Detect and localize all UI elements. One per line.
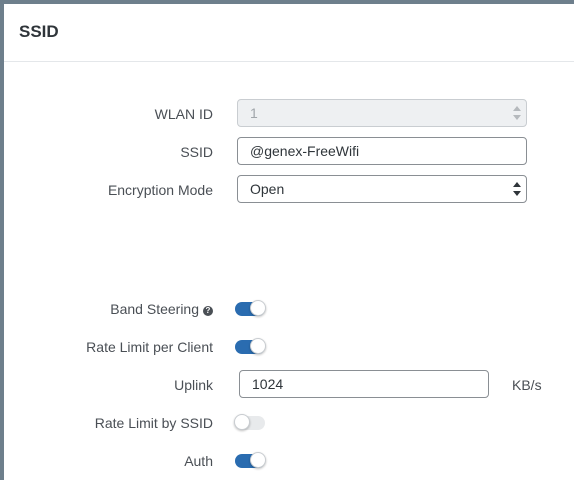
uplink-input[interactable]: 1024 — [239, 370, 489, 398]
panel-title: SSID — [19, 22, 59, 41]
rate-limit-by-ssid-toggle[interactable] — [234, 414, 265, 430]
wlan-id-input[interactable]: 1 — [237, 99, 527, 127]
toggle-knob — [250, 452, 266, 468]
encryption-mode-value: Open — [250, 181, 285, 197]
rate-limit-per-client-toggle[interactable] — [235, 338, 266, 354]
panel-header: SSID — [4, 4, 574, 62]
ssid-value: @genex-FreeWifi — [250, 143, 360, 159]
ssid-label: SSID — [180, 144, 213, 160]
encryption-mode-select[interactable]: Open — [237, 175, 527, 203]
ssid-input[interactable]: @genex-FreeWifi — [237, 137, 527, 165]
auth-toggle[interactable] — [235, 452, 266, 468]
question-circle-icon[interactable]: ? — [203, 306, 213, 316]
auth-label: Auth — [184, 453, 213, 469]
uplink-value: 1024 — [252, 376, 284, 392]
select-arrows-icon — [513, 182, 521, 196]
toggle-knob — [250, 338, 266, 354]
uplink-unit: KB/s — [512, 377, 542, 393]
encryption-mode-label: Encryption Mode — [107, 182, 213, 198]
wlan-id-label: WLAN ID — [154, 106, 213, 122]
wlan-id-value: 1 — [250, 105, 258, 121]
spinner-arrows-icon[interactable] — [513, 106, 521, 120]
band-steering-toggle[interactable] — [235, 300, 266, 316]
ssid-panel: SSID WLAN ID 1 SSID @genex-FreeWifi Encr… — [4, 4, 574, 480]
toggle-knob — [250, 300, 266, 316]
toggle-knob — [234, 414, 250, 430]
rate-limit-per-client-label: Rate Limit per Client — [86, 339, 213, 355]
band-steering-label-text: Band Steering — [110, 301, 199, 317]
uplink-label: Uplink — [174, 377, 213, 393]
rate-limit-by-ssid-label: Rate Limit by SSID — [94, 415, 213, 431]
band-steering-label: Band Steering? — [110, 301, 213, 317]
